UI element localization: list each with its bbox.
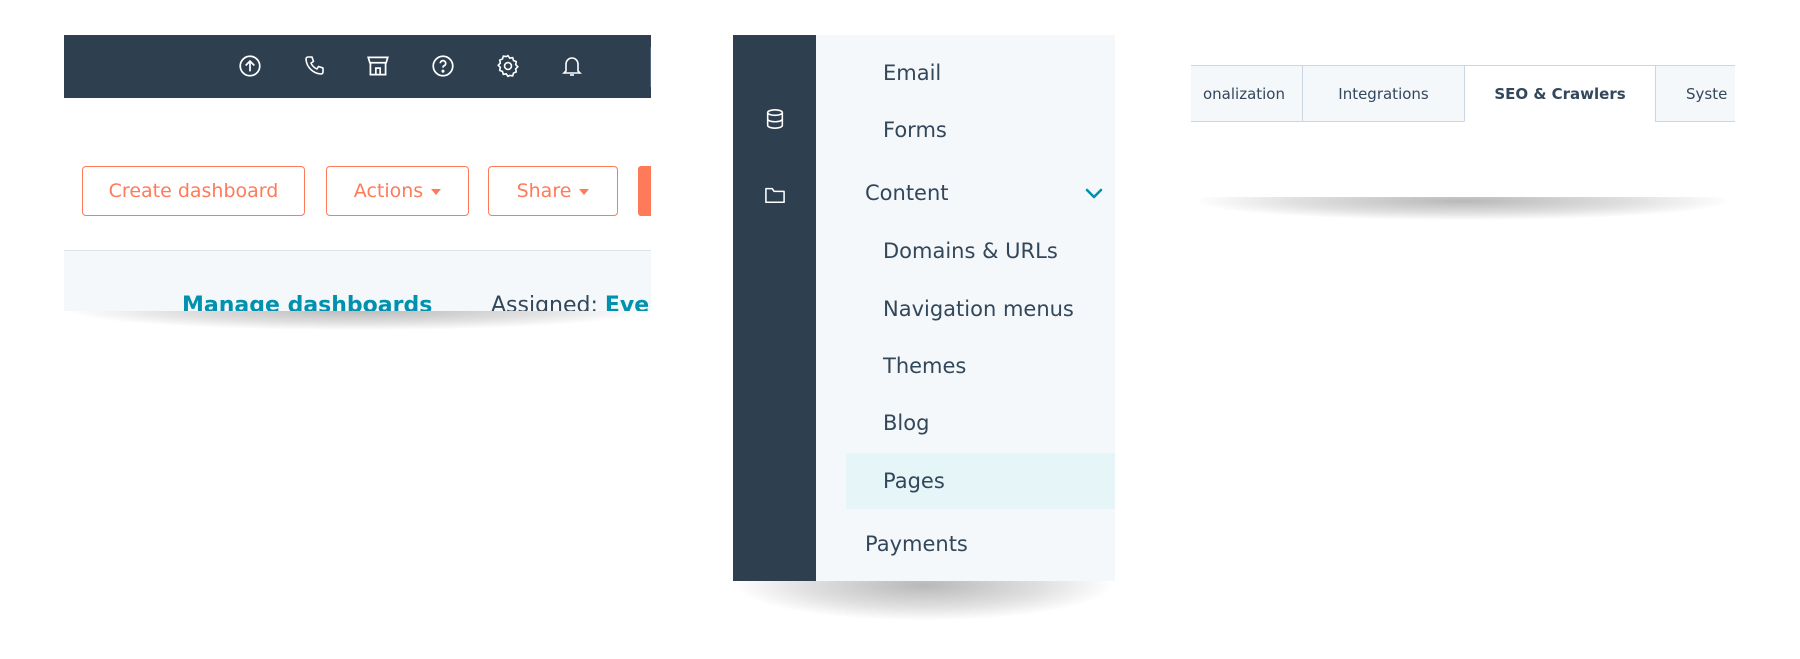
nav-item-domains-urls[interactable]: Domains & URLs: [733, 223, 1115, 279]
nav-item-navigation-menus[interactable]: Navigation menus: [733, 281, 1115, 337]
tab-personalization[interactable]: onalization: [1191, 65, 1303, 122]
help-icon[interactable]: [427, 50, 459, 82]
assigned-label: Assigned:: [491, 293, 598, 311]
share-dropdown-button[interactable]: Share: [488, 166, 618, 216]
chevron-down-icon[interactable]: [1085, 181, 1103, 205]
tab-integrations[interactable]: Integrations: [1302, 65, 1465, 122]
marketplace-icon[interactable]: [362, 50, 394, 82]
settings-sidebar-panel: Email Forms Content Domains & URLs Navig…: [733, 35, 1115, 581]
nav-item-label: Payments: [865, 532, 968, 556]
nav-item-forms[interactable]: Forms: [733, 102, 1115, 158]
nav-item-label: Themes: [883, 354, 967, 378]
assigned-filter[interactable]: Assigned: Eve: [491, 293, 649, 311]
dashboard-header-panel: Create dashboard Actions Share Manage da…: [64, 35, 651, 311]
nav-item-pages[interactable]: Pages: [846, 453, 1115, 509]
caret-down-icon: [431, 189, 442, 195]
tab-label: Syste: [1686, 84, 1728, 103]
nav-item-label: Pages: [883, 469, 945, 493]
nav-item-label: Navigation menus: [883, 297, 1074, 321]
share-label: Share: [516, 180, 572, 202]
notifications-icon[interactable]: [556, 50, 588, 82]
tab-label: SEO & Crawlers: [1494, 84, 1626, 103]
nav-item-label: Domains & URLs: [883, 239, 1058, 263]
caret-down-icon: [579, 189, 590, 195]
nav-section-content[interactable]: Content: [733, 165, 1115, 221]
tab-system[interactable]: Syste: [1655, 65, 1735, 122]
settings-tabs-panel: onalization Integrations SEO & Crawlers …: [1191, 35, 1735, 197]
actions-dropdown-button[interactable]: Actions: [326, 166, 469, 216]
upgrade-icon[interactable]: [234, 50, 266, 82]
nav-item-email[interactable]: Email: [733, 45, 1115, 101]
nav-item-label: Blog: [883, 411, 930, 435]
nav-item-payments[interactable]: Payments: [733, 516, 1115, 572]
nav-item-label: Forms: [883, 118, 947, 142]
nav-item-themes[interactable]: Themes: [733, 338, 1115, 394]
global-nav-bar: [64, 35, 651, 98]
nav-item-blog[interactable]: Blog: [733, 395, 1115, 451]
tab-label: onalization: [1202, 84, 1285, 103]
actions-label: Actions: [353, 180, 424, 202]
create-dashboard-button[interactable]: Create dashboard: [82, 166, 305, 216]
nav-item-label: Email: [883, 61, 942, 85]
create-dashboard-label: Create dashboard: [108, 180, 279, 202]
settings-icon[interactable]: [492, 50, 524, 82]
tab-label: Integrations: [1338, 84, 1429, 103]
assigned-value: Eve: [604, 293, 650, 311]
manage-dashboards-link[interactable]: Manage dashboards: [182, 293, 432, 311]
primary-button-partial[interactable]: [638, 166, 651, 216]
nav-item-label: Content: [865, 181, 949, 205]
tab-seo-crawlers[interactable]: SEO & Crawlers: [1464, 65, 1656, 122]
calling-icon[interactable]: [298, 50, 330, 82]
nav-divider: [650, 47, 651, 87]
